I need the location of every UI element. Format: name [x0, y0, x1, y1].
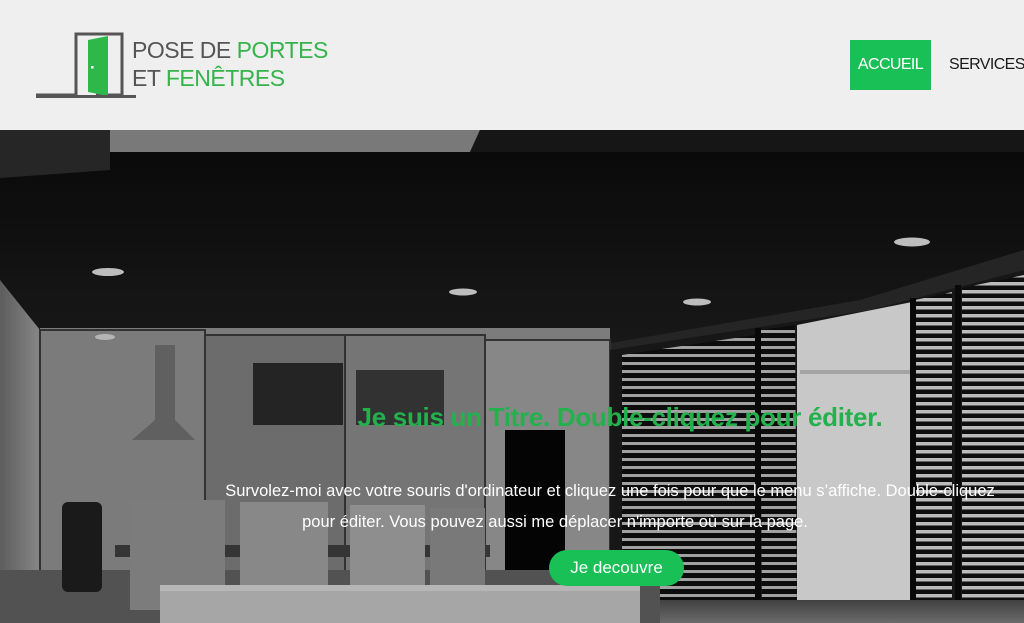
hero-paragraph-line1: Survolez-moi avec votre souris d'ordinat… — [225, 482, 995, 500]
hero-paragraph-line2: pour éditer. Vous pouvez aussi me déplac… — [302, 513, 808, 531]
je-decouvre-button[interactable]: Je decouvre — [549, 550, 684, 586]
nav-item-services[interactable]: SERVICES — [931, 40, 1024, 90]
hero-paragraph: Survolez-moi avec votre souris d'ordinat… — [150, 476, 1024, 538]
hero-background-image — [0, 130, 1024, 623]
door-icon — [36, 32, 136, 98]
nav-item-accueil[interactable]: ACCUEIL — [850, 40, 931, 90]
logo[interactable]: POSE DE PORTES ET FENÊTRES — [36, 32, 328, 100]
main-nav: ACCUEIL SERVICES — [850, 40, 1024, 90]
hero-title: Je suis un Titre. Double-cliquez pour éd… — [357, 402, 883, 432]
site-header: POSE DE PORTES ET FENÊTRES ACCUEIL SERVI… — [0, 0, 1024, 130]
logo-line1-part2: PORTES — [236, 37, 329, 63]
logo-line2-part1: ET — [132, 65, 166, 91]
hero-section: Je suis un Titre. Double-cliquez pour éd… — [0, 130, 1024, 623]
logo-line2-part2: FENÊTRES — [165, 65, 285, 91]
logo-text: POSE DE PORTES ET FENÊTRES — [132, 36, 328, 92]
logo-line1-part1: POSE DE — [132, 37, 237, 63]
